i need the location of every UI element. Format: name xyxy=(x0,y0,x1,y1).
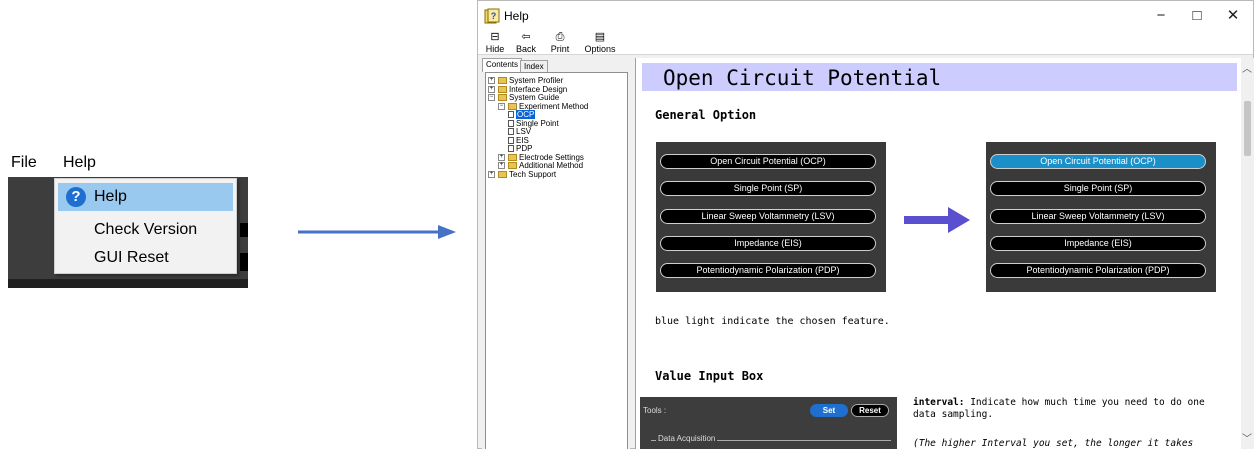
page-icon xyxy=(508,128,514,135)
navigation-pane: Contents Index + System Profiler + Interfac… xyxy=(482,58,630,449)
print-button[interactable]: ⎙ Print xyxy=(546,31,574,55)
contents-tree: + System Profiler + Interface Design − System… xyxy=(485,72,628,449)
options-button[interactable]: ▤ Options xyxy=(582,31,618,55)
flow-arrow-icon xyxy=(298,225,456,239)
folder-icon xyxy=(498,77,507,84)
title-bar[interactable]: ? Help − □ ✕ xyxy=(478,1,1253,31)
section-general-option: General Option xyxy=(655,108,757,122)
method-button-lsv: Linear Sweep Voltammetry (LSV) xyxy=(990,209,1206,224)
content-scrollbar[interactable]: ︿ ﹀ xyxy=(1241,58,1254,449)
hide-button[interactable]: ⊟ Hide xyxy=(482,31,508,55)
hide-pane-icon: ⊟ xyxy=(490,31,500,43)
scroll-down-icon[interactable]: ﹀ xyxy=(1242,430,1252,445)
tree-item[interactable]: + Tech Support xyxy=(488,169,557,180)
collapse-icon[interactable]: − xyxy=(498,102,505,110)
method-button-sp: Single Point (SP) xyxy=(990,181,1206,196)
back-button[interactable]: ⇦ Back xyxy=(512,31,540,55)
interval-note: (The higher Interval you set, the longer… xyxy=(913,438,1194,449)
page-title: Open Circuit Potential xyxy=(663,66,942,90)
printer-icon: ⎙ xyxy=(555,31,565,43)
page-icon xyxy=(508,136,514,144)
section-value-input-box: Value Input Box xyxy=(655,369,764,383)
menu-item-label: Help xyxy=(94,188,127,205)
folder-icon xyxy=(498,94,507,101)
folder-icon xyxy=(508,153,517,161)
method-panel-after: Open Circuit Potential (OCP) Single Poin… xyxy=(986,142,1216,292)
expand-icon[interactable]: + xyxy=(498,162,505,169)
method-button-eis: Impedance (EIS) xyxy=(660,236,876,251)
tools-panel-image: Tools : Set Reset Data Acquisition xyxy=(640,397,897,449)
menu-item-help[interactable]: ? Help xyxy=(58,183,233,211)
expand-icon[interactable]: + xyxy=(488,170,495,178)
folder-icon xyxy=(508,162,517,169)
folder-icon xyxy=(508,102,517,110)
tab-contents[interactable]: Contents xyxy=(482,58,523,72)
tab-index[interactable]: Index xyxy=(520,60,548,72)
method-button-ocp-active: Open Circuit Potential (OCP) xyxy=(990,154,1206,169)
expand-icon[interactable]: + xyxy=(488,77,495,84)
tree-item-label: Tech Support xyxy=(509,169,557,179)
method-button-sp: Single Point (SP) xyxy=(660,181,876,196)
scroll-up-icon[interactable]: ︿ xyxy=(1242,60,1252,75)
method-button-pdp: Potentiodynamic Polarization (PDP) xyxy=(660,263,876,278)
menu-item-label: GUI Reset xyxy=(94,249,169,266)
minimize-button[interactable]: − xyxy=(1143,5,1179,27)
method-button-lsv: Linear Sweep Voltammetry (LSV) xyxy=(660,209,876,224)
menu-bar: File Help xyxy=(8,150,248,176)
tools-label: Tools : xyxy=(643,406,667,415)
help-book-icon: ? xyxy=(484,8,500,24)
interval-term: interval: xyxy=(913,397,965,408)
expand-icon[interactable]: + xyxy=(488,85,495,93)
help-question-icon: ? xyxy=(66,187,86,207)
menu-item-label: Check Version xyxy=(94,221,198,238)
close-button[interactable]: ✕ xyxy=(1215,5,1251,27)
page-title-bar: Open Circuit Potential xyxy=(642,63,1237,91)
menu-help[interactable]: Help xyxy=(63,154,96,172)
reset-button: Reset xyxy=(851,404,889,417)
help-dropdown-menu: ? Help Check Version GUI Reset xyxy=(54,178,237,274)
menu-item-gui-reset[interactable]: GUI Reset xyxy=(58,244,233,272)
caption-text: blue light indicate the chosen feature. xyxy=(655,316,890,327)
help-content: Open Circuit Potential General Option Op… xyxy=(635,58,1241,449)
svg-text:?: ? xyxy=(491,11,497,21)
page-icon xyxy=(508,119,514,127)
scroll-thumb[interactable] xyxy=(1244,101,1251,156)
expand-icon[interactable]: + xyxy=(498,153,505,161)
data-acquisition-label: Data Acquisition xyxy=(656,434,718,443)
menu-item-check-version[interactable]: Check Version xyxy=(58,216,233,244)
menu-file[interactable]: File xyxy=(11,154,37,172)
back-arrow-icon: ⇦ xyxy=(521,31,531,43)
folder-icon xyxy=(498,85,507,93)
method-button-ocp: Open Circuit Potential (OCP) xyxy=(660,154,876,169)
help-window: ? Help − □ ✕ ⊟ Hide ⇦ Back ⎙ Print ▤ Opt… xyxy=(477,0,1254,449)
page-icon xyxy=(508,145,514,152)
folder-icon xyxy=(498,170,507,178)
right-arrow-icon xyxy=(904,207,970,233)
set-button: Set xyxy=(810,404,848,417)
maximize-button[interactable]: □ xyxy=(1179,5,1215,27)
interval-description: interval: Indicate how much time you nee… xyxy=(913,397,1233,421)
window-title: Help xyxy=(504,9,529,23)
method-button-pdp: Potentiodynamic Polarization (PDP) xyxy=(990,263,1206,278)
help-toolbar: ⊟ Hide ⇦ Back ⎙ Print ▤ Options xyxy=(478,31,1253,55)
method-button-eis: Impedance (EIS) xyxy=(990,236,1206,251)
options-icon: ▤ xyxy=(594,31,606,43)
page-icon xyxy=(508,111,514,118)
collapse-icon[interactable]: − xyxy=(488,94,495,101)
method-panel-before: Open Circuit Potential (OCP) Single Poin… xyxy=(656,142,886,292)
menu-snippet: File Help ? Help Check Version GUI Reset xyxy=(8,150,248,288)
